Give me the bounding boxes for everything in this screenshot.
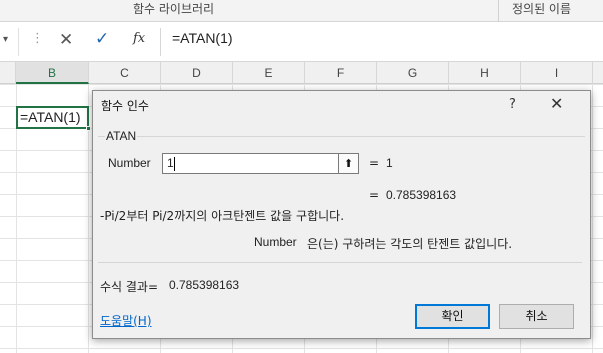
text-caret: [174, 157, 175, 171]
argument-equals: =: [369, 156, 380, 170]
argument-description: 은(는) 구하려는 각도의 탄젠트 값입니다.: [307, 237, 513, 251]
ribbon-separator: [498, 0, 499, 22]
corner-select-all[interactable]: [0, 62, 16, 84]
help-icon[interactable]: ?: [509, 97, 516, 112]
cancel-button[interactable]: 취소: [499, 304, 574, 329]
collapse-arrow-icon: ⬆: [343, 157, 354, 170]
column-header-b[interactable]: B: [16, 62, 89, 84]
column-header-d[interactable]: D: [161, 62, 233, 84]
ribbon-group-labels: 함수 라이브러리 정의된 이름: [0, 0, 603, 22]
column-header-i[interactable]: I: [521, 62, 593, 84]
column-header-g[interactable]: G: [377, 62, 449, 84]
argument-label: Number: [108, 156, 151, 170]
column-headers: B C D E F G H I: [0, 62, 603, 84]
ok-button[interactable]: 확인: [415, 304, 490, 329]
column-header-f[interactable]: F: [305, 62, 377, 84]
defined-names-group-label: 정의된 이름: [512, 2, 572, 16]
formula-input[interactable]: =ATAN(1): [172, 30, 233, 46]
formula-result-value: 0.785398163: [169, 278, 240, 292]
number-argument-input[interactable]: 1: [162, 153, 339, 174]
name-box-dropdown-icon[interactable]: ▾: [3, 34, 8, 45]
argument-description-name: Number: [254, 235, 297, 249]
result-equals: =: [369, 188, 380, 202]
argument-evaluated-value: 1: [386, 156, 393, 170]
function-result-value: 0.785398163: [386, 188, 457, 202]
function-description: -Pi/2부터 Pi/2까지의 아크탄젠트 값을 구합니다.: [100, 209, 345, 223]
close-icon[interactable]: ✕: [550, 94, 563, 113]
help-link[interactable]: 도움말(H): [100, 312, 152, 329]
formula-bar-separator: [160, 28, 161, 56]
active-cell[interactable]: =ATAN(1): [16, 106, 89, 129]
formula-bar: ▾ ⋮ ✕ ✓ fx =ATAN(1): [0, 22, 603, 62]
argument-input-value: 1: [167, 156, 174, 170]
insert-function-icon[interactable]: fx: [133, 31, 145, 46]
function-name: ATAN: [105, 129, 138, 143]
drag-handle-icon[interactable]: ⋮: [31, 31, 44, 46]
column-header-e[interactable]: E: [233, 62, 305, 84]
function-library-group-label: 함수 라이브러리: [133, 2, 215, 16]
column-header-c[interactable]: C: [89, 62, 161, 84]
dialog-title: 함수 인수: [101, 99, 149, 113]
formula-bar-separator: [18, 28, 19, 56]
collapse-dialog-button[interactable]: ⬆: [338, 153, 359, 174]
formula-result-label: 수식 결과=: [100, 280, 159, 294]
dialog-divider: [98, 262, 582, 263]
function-arguments-dialog: 함수 인수 ? ✕ ATAN Number 1 ⬆ = 1 = 0.785398…: [92, 90, 591, 339]
column-header-h[interactable]: H: [449, 62, 521, 84]
enter-formula-icon[interactable]: ✓: [95, 29, 109, 49]
fill-handle[interactable]: [86, 126, 91, 131]
cancel-formula-icon[interactable]: ✕: [59, 30, 73, 50]
